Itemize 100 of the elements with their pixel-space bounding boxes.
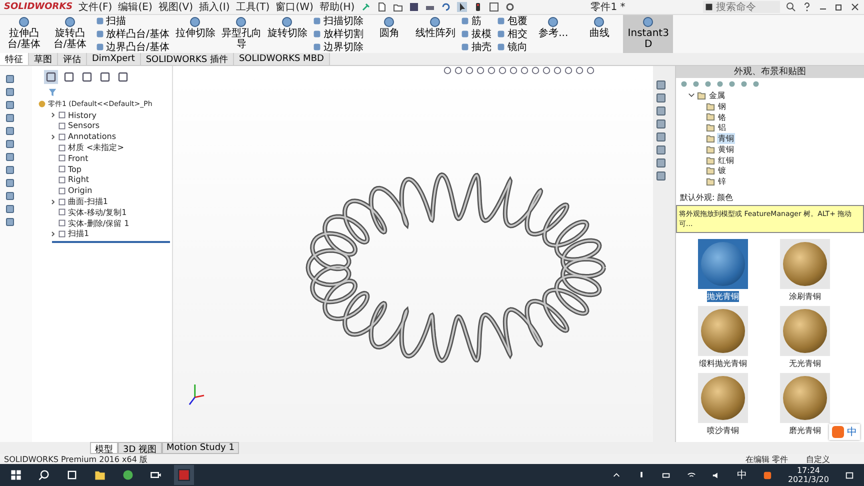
tree-item[interactable]: 实体-删除/保留 1 — [68, 218, 130, 229]
caret-icon[interactable] — [688, 92, 695, 99]
tree-item[interactable]: Origin — [68, 186, 92, 196]
tree-item[interactable]: 扫描1 — [68, 228, 90, 240]
wifi-icon[interactable] — [686, 470, 696, 480]
tree-item[interactable]: 金属 — [708, 90, 726, 101]
ribbon-button[interactable]: 旋转凸台/基体 — [48, 15, 92, 53]
material-thumbnail[interactable] — [698, 239, 748, 289]
menu-item[interactable]: 帮助(H) — [319, 0, 355, 14]
material-thumbnail[interactable] — [780, 239, 830, 289]
ribbon-button[interactable]: 放样切割 — [311, 28, 366, 40]
ribbon-button[interactable]: 包覆 — [495, 15, 530, 28]
command-tab[interactable]: SOLIDWORKS MBD — [234, 53, 330, 65]
panel-tab-icon[interactable] — [98, 70, 112, 84]
restore-icon[interactable] — [834, 2, 844, 12]
ribbon-button[interactable]: 筋 — [459, 15, 494, 28]
clock-time[interactable]: 17:24 — [796, 466, 820, 475]
ribbon-button[interactable]: 圆角 — [367, 15, 412, 53]
clock-date[interactable]: 2021/3/20 — [788, 475, 829, 484]
save-icon[interactable] — [408, 2, 419, 12]
tray-icon[interactable] — [612, 470, 621, 480]
ribbon-button[interactable]: 曲线 — [577, 15, 622, 53]
tree-item[interactable]: 实体-移动/复制1 — [68, 206, 127, 218]
caret-icon[interactable] — [50, 198, 56, 205]
tree-item[interactable]: 黄铜 — [717, 144, 735, 155]
panel-tab-icon[interactable] — [62, 70, 76, 84]
menu-item[interactable]: 工具(T) — [236, 0, 270, 14]
command-tab[interactable]: 评估 — [58, 53, 87, 65]
view-tab[interactable]: Motion Study 1 — [162, 442, 240, 454]
ime-mode[interactable]: 中 — [847, 425, 857, 439]
tree-item[interactable]: Sensors — [68, 121, 100, 130]
panel-tab-icon[interactable] — [44, 70, 58, 84]
command-tab[interactable]: 特征 — [0, 53, 29, 65]
pin-icon[interactable] — [360, 2, 371, 12]
command-tab[interactable]: DimXpert — [87, 53, 141, 65]
ribbon-button[interactable]: 相交 — [495, 28, 530, 40]
ribbon-button[interactable]: 扫描 — [94, 15, 172, 28]
caret-icon[interactable] — [50, 134, 56, 140]
search-field[interactable]: 搜索命令 — [703, 1, 780, 13]
menu-item[interactable]: 视图(V) — [158, 0, 193, 14]
tree-item[interactable]: 曲面-扫描1 — [68, 196, 108, 208]
menu-item[interactable]: 窗口(W) — [276, 0, 314, 14]
ribbon-button[interactable]: 扫描切除 — [311, 15, 366, 28]
ribbon-button[interactable]: 线性阵列 — [413, 15, 458, 53]
panel-tab-icon[interactable] — [116, 70, 130, 84]
ribbon-button[interactable]: 边界切除 — [311, 40, 366, 53]
ribbon-button[interactable]: 拔模 — [459, 28, 494, 40]
material-thumbnail[interactable] — [780, 373, 830, 423]
tree-item[interactable]: 铬 — [717, 112, 727, 122]
new-document-icon[interactable] — [376, 2, 387, 12]
ribbon-button[interactable]: 异型孔向导 — [219, 15, 264, 53]
camera-icon[interactable] — [150, 469, 162, 481]
task-view-icon[interactable] — [66, 469, 78, 481]
material-thumbnail[interactable] — [698, 306, 748, 356]
select-arrow-icon[interactable] — [456, 2, 467, 12]
undo-icon[interactable] — [440, 2, 451, 12]
command-tab[interactable]: SOLIDWORKS 插件 — [140, 53, 234, 65]
ribbon-button[interactable]: 拉伸切除 — [173, 15, 218, 53]
ribbon-button[interactable]: Instant3D — [623, 15, 674, 53]
ribbon-button[interactable]: 镜向 — [495, 40, 530, 53]
tree-item[interactable]: 镀 — [717, 165, 727, 176]
settings-icon[interactable] — [504, 2, 515, 12]
input-language[interactable]: 中 — [736, 468, 747, 482]
material-thumbnail[interactable] — [698, 373, 748, 423]
menu-item[interactable]: 编辑(E) — [118, 0, 152, 14]
ribbon-button[interactable]: 边界凸台/基体 — [94, 40, 172, 53]
ribbon-button[interactable]: 旋转切除 — [265, 15, 310, 53]
input-method-icon[interactable] — [762, 470, 772, 480]
command-tab[interactable]: 草图 — [29, 53, 58, 65]
filter-icon[interactable] — [48, 88, 57, 97]
ribbon-button[interactable]: 放样凸台/基体 — [94, 28, 172, 40]
start-icon[interactable] — [10, 469, 22, 481]
units-dropdown[interactable]: 自定义 — [806, 454, 830, 464]
tree-item[interactable]: 铝 — [717, 122, 727, 134]
menu-item[interactable]: 插入(I) — [199, 0, 230, 14]
tree-item[interactable]: 锌 — [717, 176, 727, 188]
tree-item[interactable]: Top — [68, 164, 82, 174]
close-icon[interactable] — [850, 2, 860, 12]
caret-icon[interactable] — [50, 230, 56, 237]
battery-icon[interactable] — [662, 470, 671, 480]
folder-icon[interactable] — [94, 469, 106, 481]
menu-item[interactable]: 文件(F) — [78, 0, 112, 14]
browser-icon[interactable] — [122, 469, 134, 481]
notification-icon[interactable] — [845, 470, 854, 480]
open-folder-icon[interactable] — [392, 2, 403, 12]
view-tab[interactable]: 3D 视图 — [118, 442, 162, 454]
tree-item[interactable]: 钢 — [717, 100, 727, 112]
view-tab[interactable]: 模型 — [90, 442, 118, 454]
tree-item[interactable]: Annotations — [68, 132, 116, 142]
ribbon-button[interactable]: 抽壳 — [459, 40, 494, 53]
material-thumbnail[interactable] — [780, 306, 830, 356]
ribbon-button[interactable]: 参考... — [531, 15, 576, 53]
tree-item[interactable]: Right — [68, 175, 90, 184]
ribbon-button[interactable]: 拉伸凸台/基体 — [2, 15, 46, 53]
help-icon[interactable] — [802, 2, 812, 12]
panel-tab-icon[interactable] — [80, 70, 94, 84]
tree-item[interactable]: 红铜 — [717, 154, 735, 166]
tree-item[interactable]: History — [68, 110, 96, 120]
tree-item[interactable]: Front — [68, 154, 88, 163]
tree-item[interactable]: 材质 <未指定> — [68, 142, 124, 154]
